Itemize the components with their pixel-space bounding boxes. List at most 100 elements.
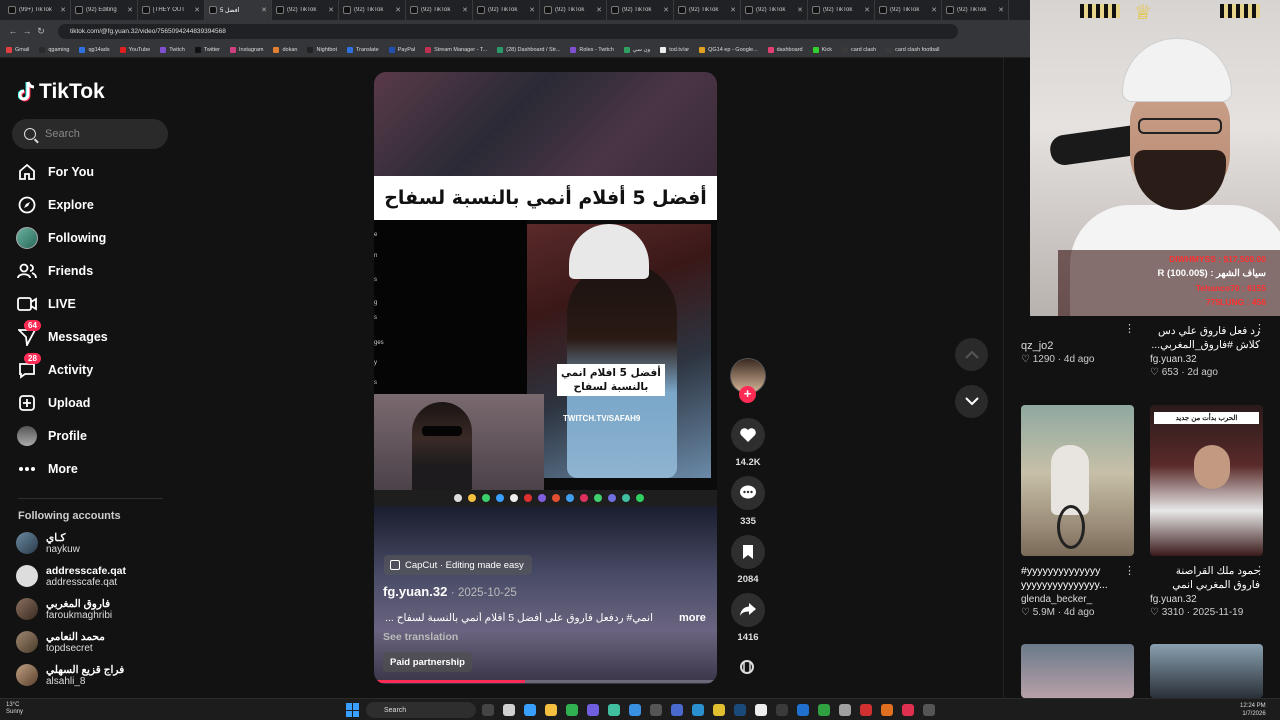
steam-icon[interactable] xyxy=(734,704,746,716)
taskbar-search[interactable]: Search xyxy=(366,702,476,718)
close-tab-icon[interactable]: ✕ xyxy=(127,6,133,14)
browser-tab[interactable]: (92) TikTok ✕ xyxy=(607,0,674,20)
sound-disc-icon[interactable] xyxy=(740,658,754,676)
bookmark-item[interactable]: dashboard xyxy=(767,46,803,53)
browser-tab[interactable]: [THEY OUT ✕ xyxy=(138,0,205,20)
browser-tab[interactable]: (99+) TikTok ✕ xyxy=(4,0,71,20)
telegram-icon[interactable] xyxy=(692,704,704,716)
bookmark-item[interactable]: Instagram xyxy=(230,46,263,53)
sidebar-item-live[interactable]: LIVE xyxy=(16,291,166,317)
browser-tab[interactable]: (92) TikTok ✕ xyxy=(674,0,741,20)
close-tab-icon[interactable]: ✕ xyxy=(194,6,200,14)
following-account[interactable]: addresscafe.qat addresscafe.qat xyxy=(16,561,176,591)
discord-icon[interactable] xyxy=(587,704,599,716)
app-icon[interactable] xyxy=(713,704,725,716)
browser-tab[interactable]: (92) Editing ✕ xyxy=(71,0,138,20)
back-icon[interactable]: ← xyxy=(6,26,20,36)
bookmark-item[interactable]: Roles - Twitch xyxy=(570,46,614,53)
app-icon[interactable] xyxy=(881,704,893,716)
see-translation-link[interactable]: See translation xyxy=(383,631,458,643)
close-tab-icon[interactable]: ✕ xyxy=(864,6,870,14)
sidebar-item-activity[interactable]: 28 Activity xyxy=(16,353,166,383)
bookmark-item[interactable]: card clash xyxy=(842,46,876,53)
video-player[interactable]: أفضل 5 أفلام أنمي بالنسبة لسفاح e n s g s ges… xyxy=(374,72,717,684)
bookmark-item[interactable]: Twitter xyxy=(194,46,220,53)
app-icon[interactable] xyxy=(650,704,662,716)
following-account[interactable]: فاروق المغربي faroukmaghribi xyxy=(16,594,176,624)
browser-tab[interactable]: (92) TikTok ✕ xyxy=(272,0,339,20)
bookmark-item[interactable]: Stream Manager - T... xyxy=(425,46,487,53)
tiktok-logo[interactable]: TikTok xyxy=(18,80,105,104)
following-account[interactable]: محمد النعامي topdsecret xyxy=(16,627,176,657)
sidebar-item-friends[interactable]: Friends xyxy=(16,258,166,284)
capcut-badge[interactable]: CapCut · Editing made easy xyxy=(384,555,532,575)
bookmark-item[interactable]: qgaming xyxy=(39,46,69,53)
bookmark-item[interactable]: QG14 ep - Google... xyxy=(699,46,758,53)
related-thumbnail[interactable] xyxy=(1150,644,1263,698)
url-field[interactable]: tiktok.com/@fg.yuan.32/video/75650942448… xyxy=(58,23,958,39)
app-icon[interactable] xyxy=(923,704,935,716)
bookmark-item[interactable]: Translate xyxy=(346,46,379,53)
app-icon[interactable] xyxy=(797,704,809,716)
bookmark-item[interactable]: Kick xyxy=(812,46,832,53)
reload-icon[interactable]: ↻ xyxy=(34,26,48,37)
related-title[interactable]: رد فعل فاروق علي دس كلاش #فاروق_المغربي.… xyxy=(1150,324,1260,352)
video-options-icon[interactable]: ⋮ xyxy=(1124,322,1135,335)
bookmark-item[interactable]: tod.tv/ar xyxy=(660,46,689,53)
browser-tab[interactable]: (92) TikTok ✕ xyxy=(406,0,473,20)
sidebar-item-explore[interactable]: Explore xyxy=(16,192,166,218)
related-thumbnail[interactable] xyxy=(1021,405,1134,556)
sidebar-item-profile[interactable]: Profile xyxy=(16,423,166,449)
forward-icon[interactable]: → xyxy=(20,26,34,36)
related-title[interactable]: #yyyyyyyyyyyyyy yyyyyyyyyyyyyyy... xyxy=(1021,564,1131,592)
bookmark-item[interactable]: YouTube xyxy=(119,46,150,53)
share-button[interactable] xyxy=(731,593,765,627)
video-progress-bar[interactable] xyxy=(374,680,717,683)
app-icon[interactable] xyxy=(503,704,515,716)
weather-widget[interactable]: 13°C Sunny xyxy=(6,702,23,716)
bookmark-item[interactable]: Nightbot xyxy=(307,46,337,53)
bookmark-item[interactable]: card clash football xyxy=(886,46,939,53)
video-options-icon[interactable]: ⋮ xyxy=(1254,564,1265,577)
browser-tab[interactable]: (92) TikTok ✕ xyxy=(875,0,942,20)
close-tab-icon[interactable]: ✕ xyxy=(596,6,602,14)
related-title[interactable]: حمود ملك القراصنة فاروق المغربي انمي بلي… xyxy=(1150,564,1260,592)
related-author[interactable]: fg.yuan.32 xyxy=(1150,594,1260,605)
bookmark-item[interactable]: Gmail xyxy=(6,46,29,53)
related-thumbnail[interactable] xyxy=(1021,644,1134,698)
related-author[interactable]: fg.yuan.32 xyxy=(1150,354,1260,365)
related-card-meta[interactable]: حمود ملك القراصنة فاروق المغربي انمي بلي… xyxy=(1150,564,1260,618)
bookmark-item[interactable]: (28) Dashboard / Str... xyxy=(497,46,560,53)
related-card-meta[interactable]: رد فعل فاروق علي دس كلاش #فاروق_المغربي.… xyxy=(1150,324,1260,378)
browser-tab[interactable]: (92) TikTok ✕ xyxy=(942,0,1009,20)
bookmark-item[interactable]: Twitch xyxy=(160,46,185,53)
video-author[interactable]: fg.yuan.32 · 2025-10-25 xyxy=(383,584,517,599)
chrome-icon[interactable] xyxy=(566,704,578,716)
browser-tab[interactable]: (92) TikTok ✕ xyxy=(540,0,607,20)
close-tab-icon[interactable]: ✕ xyxy=(462,6,468,14)
sidebar-item-upload[interactable]: Upload xyxy=(16,390,166,416)
close-tab-icon[interactable]: ✕ xyxy=(529,6,535,14)
next-video-button[interactable] xyxy=(955,385,988,418)
close-tab-icon[interactable]: ✕ xyxy=(395,6,401,14)
app-icon[interactable] xyxy=(818,704,830,716)
sidebar-item-for-you[interactable]: For You xyxy=(16,159,166,185)
previous-video-button[interactable] xyxy=(955,338,988,371)
app-icon[interactable] xyxy=(776,704,788,716)
sidebar-item-following[interactable]: Following xyxy=(16,225,166,251)
app-icon[interactable] xyxy=(755,704,767,716)
related-card-meta[interactable]: #yyyyyyyyyyyyyy yyyyyyyyyyyyyyy... glend… xyxy=(1021,564,1131,618)
app-icon[interactable] xyxy=(671,704,683,716)
related-thumbnail[interactable]: الحرب بدأت من جديد xyxy=(1150,405,1263,556)
close-tab-icon[interactable]: ✕ xyxy=(328,6,334,14)
close-tab-icon[interactable]: ✕ xyxy=(730,6,736,14)
browser-tab[interactable]: (92) TikTok ✕ xyxy=(808,0,875,20)
more-button[interactable]: more xyxy=(679,612,706,624)
app-icon[interactable] xyxy=(608,704,620,716)
sidebar-item-more[interactable]: More xyxy=(16,456,166,482)
close-tab-icon[interactable]: ✕ xyxy=(261,6,267,14)
edge-icon[interactable] xyxy=(629,704,641,716)
following-account[interactable]: كـاي naykuw xyxy=(16,528,176,558)
browser-tab[interactable]: (92) TikTok ✕ xyxy=(339,0,406,20)
app-icon[interactable] xyxy=(902,704,914,716)
